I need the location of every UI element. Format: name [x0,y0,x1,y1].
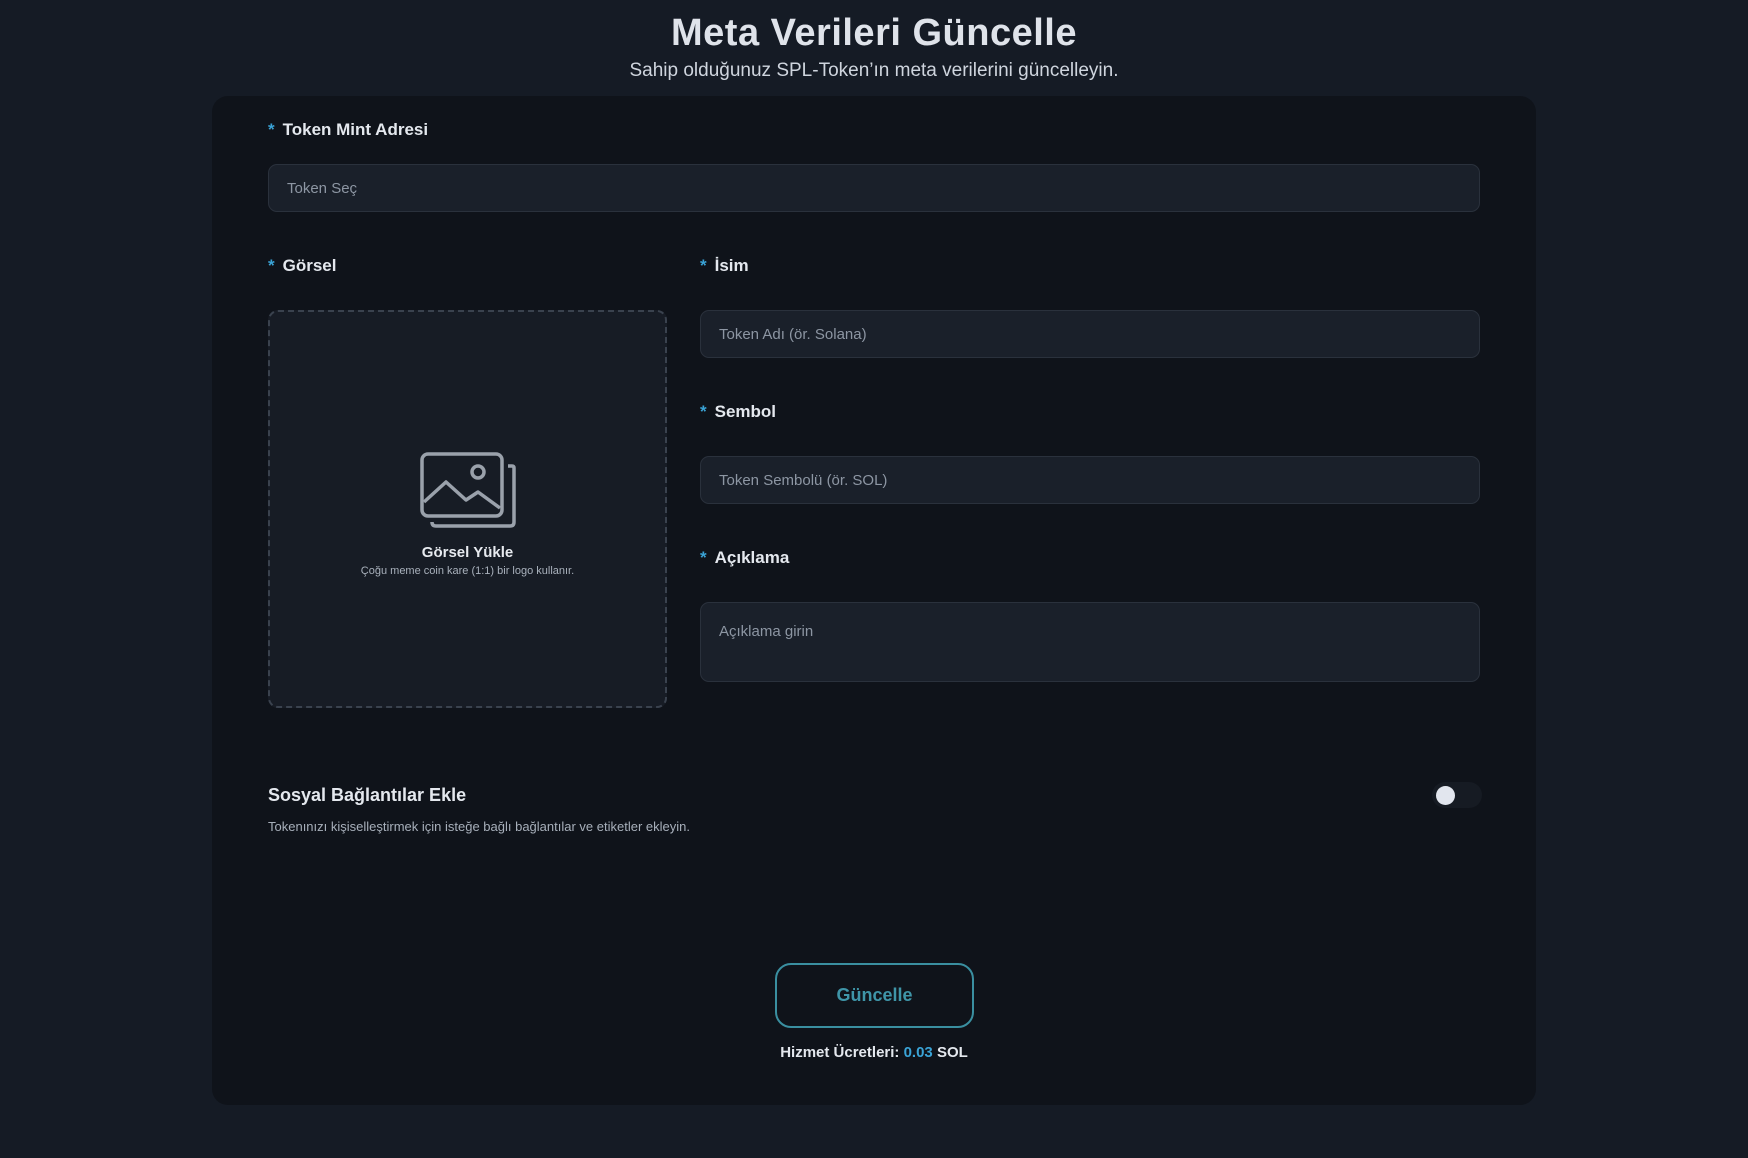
fee-currency: SOL [936,1044,968,1061]
service-fee: Hizmet Ücretleri: 0.03 SOL [212,1044,1536,1061]
image-upload-icon [420,452,516,528]
token-name-placeholder: Token Adı (ör. Solana) [719,325,867,343]
token-select-placeholder: Token Seç [287,179,358,197]
toggle-knob [1436,786,1455,805]
symbol-label: * Sembol [700,402,776,422]
token-select-input[interactable]: Token Seç [268,164,1480,212]
description-placeholder: Açıklama girin [719,623,814,640]
token-symbol-placeholder: Token Sembolü (ör. SOL) [719,471,888,489]
mint-label: * Token Mint Adresi [268,120,428,140]
description-label: * Açıklama [700,548,789,568]
required-marker: * [700,402,707,421]
name-label-text: İsim [714,256,749,275]
page-title: Meta Verileri Güncelle [671,12,1077,54]
update-button[interactable]: Güncelle [775,963,974,1028]
required-marker: * [700,256,707,275]
social-links-toggle[interactable] [1432,782,1482,808]
required-marker: * [700,548,707,567]
social-links-title: Sosyal Bağlantılar Ekle [268,785,467,805]
required-marker: * [268,120,275,139]
upload-hint: Çoğu meme coin kare (1:1) bir logo kulla… [360,565,575,577]
fee-amount: 0.03 [903,1044,933,1061]
form-card: * Token Mint Adresi Token Seç * Görsel Gör… [212,96,1536,1105]
fee-label: Hizmet Ücretleri: [780,1044,900,1061]
image-label: * Görsel [268,256,336,276]
page-subtitle: Sahip olduğunuz SPL-Token’ın meta verile… [629,60,1119,81]
token-name-input[interactable]: Token Adı (ör. Solana) [700,310,1480,358]
description-label-text: Açıklama [714,548,790,567]
image-label-text: Görsel [282,256,337,275]
image-upload-dropzone[interactable]: Görsel Yükle Çoğu meme coin kare (1:1) b… [268,310,667,708]
description-textarea[interactable]: Açıklama girin [700,602,1480,682]
mint-label-text: Token Mint Adresi [282,120,429,139]
token-symbol-input[interactable]: Token Sembolü (ör. SOL) [700,456,1480,504]
page: Meta Verileri Güncelle Sahip olduğunuz S… [0,0,1748,1158]
upload-title: Görsel Yükle [421,544,514,561]
symbol-label-text: Sembol [714,402,777,421]
name-label: * İsim [700,256,749,276]
required-marker: * [268,256,275,275]
social-links-description: Tokenınızı kişiselleştirmek için isteğe … [268,819,690,834]
